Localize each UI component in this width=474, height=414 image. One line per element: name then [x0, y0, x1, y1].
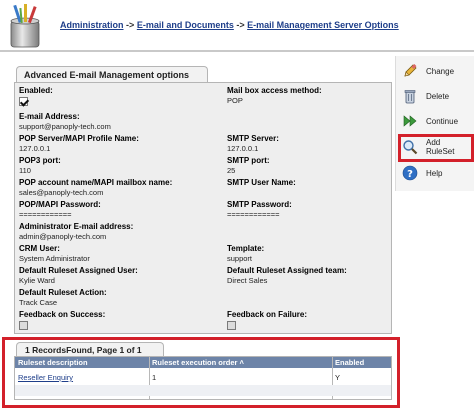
table-row-empty	[15, 385, 391, 396]
delete-label: Delete	[426, 91, 450, 101]
ruleset-table: Ruleset description Ruleset execution or…	[14, 356, 392, 400]
panel-title-tab: Advanced E-mail Management options	[16, 66, 208, 83]
field-label: POP3 port:	[19, 156, 61, 165]
field-label: Template:	[227, 244, 265, 253]
field-pop-server: POP Server/MAPI Profile Name: 127.0.0.1	[19, 134, 139, 154]
field-smtp-port: SMTP port: 25	[227, 156, 270, 176]
field-label: POP account name/MAPI mailbox name:	[19, 178, 173, 187]
field-value: ============	[19, 210, 72, 219]
field-value: 110	[19, 166, 31, 175]
continue-label: Continue	[426, 116, 459, 126]
column-header-description[interactable]: Ruleset description	[18, 358, 88, 367]
field-label: Feedback on Failure:	[227, 310, 308, 319]
field-smtp-server: SMTP Server: 127.0.0.1	[227, 134, 279, 154]
field-label: SMTP Password:	[227, 200, 292, 209]
field-pop-password: POP/MAPI Password: ============	[19, 200, 101, 220]
field-label: Default Ruleset Action:	[19, 288, 107, 297]
field-mailbox-access: Mail box access method: POP	[227, 86, 322, 106]
field-default-ruleset-user: Default Ruleset Assigned User: Kylie War…	[19, 266, 138, 286]
field-crm-user: CRM User: System Administrator	[19, 244, 90, 264]
breadcrumb-separator: ->	[126, 20, 135, 30]
field-label: SMTP port:	[227, 156, 270, 165]
ruleset-order-cell: 1	[152, 373, 157, 382]
field-label: E-mail Address:	[19, 112, 80, 121]
add-ruleset-highlight	[398, 134, 474, 162]
field-value: 127.0.0.1	[227, 144, 259, 153]
field-admin-email: Administrator E-mail address: admin@pano…	[19, 222, 133, 242]
field-template: Template: support	[227, 244, 264, 264]
table-row: Reseller Enquiry 1 Y	[15, 372, 391, 383]
field-pop3-port: POP3 port: 110	[19, 156, 61, 176]
field-label: SMTP User Name:	[227, 178, 296, 187]
field-value: support@panoply-tech.com	[19, 122, 111, 131]
admin-tools-icon	[10, 4, 40, 48]
field-enabled: Enabled:	[19, 86, 53, 106]
field-label: Default Ruleset Assigned User:	[19, 266, 138, 275]
field-value: Kylie Ward	[19, 276, 55, 285]
trash-icon	[402, 88, 418, 104]
change-label: Change	[426, 66, 455, 76]
field-label: POP/MAPI Password:	[19, 200, 101, 209]
field-label: CRM User:	[19, 244, 60, 253]
help-icon: ?	[402, 165, 418, 181]
field-label: Mail box access method:	[227, 86, 322, 95]
fast-forward-icon	[402, 113, 418, 129]
email-options-panel: Enabled: Mail box access method: POP E-m…	[14, 82, 392, 334]
feedback-failure-checkbox[interactable]	[227, 321, 236, 330]
field-label: Feedback on Success:	[19, 310, 106, 319]
field-email-address: E-mail Address: support@panoply-tech.com	[19, 112, 111, 132]
field-value: sales@panoply-tech.com	[19, 188, 104, 197]
breadcrumb-email-server-options[interactable]: E-mail Management Server Options	[247, 20, 399, 30]
field-label: Administrator E-mail address:	[19, 222, 134, 231]
field-label: SMTP Server:	[227, 134, 279, 143]
pencil-icon	[402, 63, 418, 79]
svg-text:?: ?	[407, 169, 413, 180]
feedback-success-checkbox[interactable]	[19, 321, 28, 330]
action-sidebar: Change Delete Continue Add RuleSet ? Hel…	[395, 56, 474, 191]
change-button[interactable]: Change	[402, 61, 470, 81]
field-value: 127.0.0.1	[19, 144, 51, 153]
ruleset-enabled-cell: Y	[335, 373, 341, 382]
ruleset-description-link[interactable]: Reseller Enquiry	[18, 373, 73, 382]
continue-button[interactable]: Continue	[402, 111, 470, 131]
field-pop-account: POP account name/MAPI mailbox name: sale…	[19, 178, 172, 198]
breadcrumb: Administration -> E-mail and Documents -…	[60, 20, 399, 30]
field-value: Direct Sales	[227, 276, 268, 285]
field-feedback-success: Feedback on Success:	[19, 310, 105, 330]
field-value: admin@panoply-tech.com	[19, 232, 107, 241]
column-header-enabled[interactable]: Enabled	[335, 358, 364, 367]
breadcrumb-administration[interactable]: Administration	[60, 20, 124, 30]
field-smtp-password: SMTP Password: ============	[227, 200, 292, 220]
page-header: Administration -> E-mail and Documents -…	[0, 0, 474, 52]
field-value: support	[227, 254, 253, 263]
field-label: POP Server/MAPI Profile Name:	[19, 134, 139, 143]
field-default-ruleset-team: Default Ruleset Assigned team: Direct Sa…	[227, 266, 347, 286]
field-default-ruleset-action: Default Ruleset Action: Track Case	[19, 288, 107, 308]
records-count-tab: 1 RecordsFound, Page 1 of 1	[16, 342, 164, 357]
field-value: Track Case	[19, 298, 58, 307]
field-value: 25	[227, 166, 236, 175]
field-feedback-failure: Feedback on Failure:	[227, 310, 307, 330]
help-button[interactable]: ? Help	[402, 163, 470, 183]
field-value: ============	[227, 210, 280, 219]
field-smtp-user: SMTP User Name:	[227, 178, 296, 188]
breadcrumb-email-documents[interactable]: E-mail and Documents	[137, 20, 234, 30]
enabled-checkbox[interactable]	[19, 97, 28, 106]
delete-button[interactable]: Delete	[402, 86, 470, 106]
field-value: System Administrator	[19, 254, 90, 263]
field-value: POP	[227, 96, 243, 105]
field-label: Default Ruleset Assigned team:	[227, 266, 347, 275]
column-header-execution-order[interactable]: Ruleset execution order ˄	[152, 358, 244, 367]
breadcrumb-separator: ->	[236, 20, 245, 30]
table-header: Ruleset description Ruleset execution or…	[15, 357, 391, 368]
help-label: Help	[426, 168, 443, 178]
field-label: Enabled:	[19, 86, 53, 95]
